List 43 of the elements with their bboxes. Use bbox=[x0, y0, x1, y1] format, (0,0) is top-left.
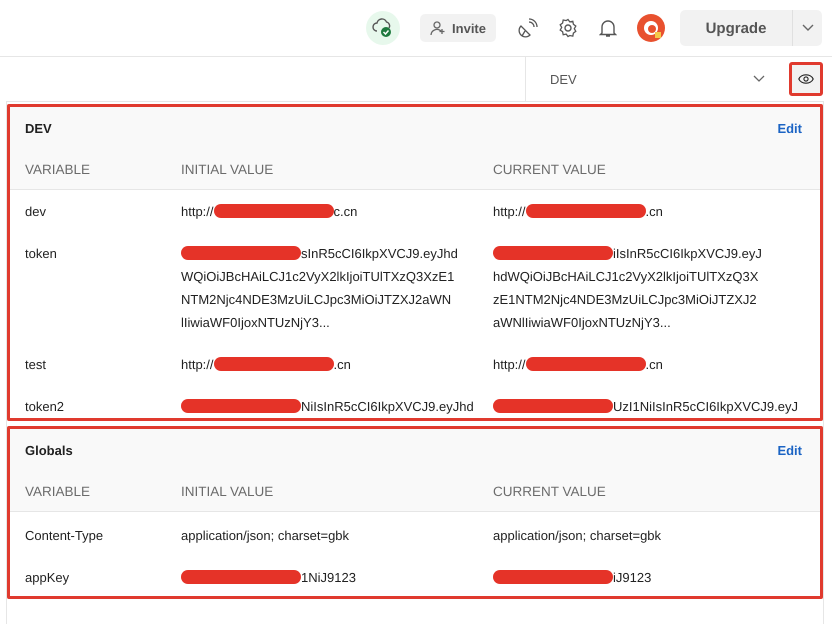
value-text: sInR5cCI6IkpXVCJ9.eyJhd bbox=[181, 242, 493, 265]
column-header: CURRENT VALUE bbox=[493, 484, 607, 498]
value-text: iJ9123 bbox=[493, 566, 820, 589]
value-text: lIiwiaWF0IjoxNTUzNjY3... bbox=[181, 314, 331, 332]
value-text: UzI1NiIsInR5cCI6IkpXVCJ9.eyJ bbox=[493, 395, 820, 418]
column-header: INITIAL VALUE bbox=[181, 162, 274, 176]
variable-name: test bbox=[25, 356, 47, 374]
value-text: http:// .cn bbox=[181, 356, 352, 374]
variable-name: dev bbox=[25, 203, 47, 221]
value-text: http:// .cn bbox=[493, 203, 664, 221]
add-person-icon bbox=[430, 20, 446, 36]
value-text: application/json; charset=gbk bbox=[181, 527, 350, 545]
variable-name: token bbox=[25, 245, 58, 263]
value-text: http:// .cn bbox=[493, 356, 664, 374]
value-text: iIsInR5cCI6IkpXVCJ9.eyJ bbox=[493, 242, 820, 265]
eye-icon[interactable] bbox=[789, 62, 823, 96]
column-header: INITIAL VALUE bbox=[181, 484, 274, 498]
environment-dropdown[interactable]: DEV bbox=[525, 57, 783, 101]
cloud-sync-icon[interactable] bbox=[366, 11, 400, 45]
column-header: VARIABLE bbox=[25, 484, 92, 498]
variable-name: appKey bbox=[25, 569, 70, 587]
value-text: application/json; charset=gbk bbox=[493, 527, 662, 545]
variable-name: Content-Type bbox=[25, 527, 104, 545]
value-text: aWNlIiwiaWF0IjoxNTUzNjY3... bbox=[493, 314, 672, 332]
edit-link[interactable]: Edit bbox=[777, 120, 802, 136]
value-text: http:// c.cn bbox=[181, 203, 358, 221]
variable-name: token2 bbox=[25, 398, 66, 416]
value-text: NiIsInR5cCI6IkpXVCJ9.eyJhd bbox=[181, 395, 493, 418]
column-header: CURRENT VALUE bbox=[493, 162, 607, 176]
value-text: WQiOiJBcHAiLCJ1c2VyX2lkIjoiTUlTXzQ3XzE1 bbox=[181, 268, 456, 286]
value-text: NTM2Njc4NDE3MzUiLCJpc3MiOiJTZXJ2aWN bbox=[181, 291, 452, 309]
edit-link[interactable]: Edit bbox=[777, 442, 802, 458]
avatar-icon[interactable] bbox=[636, 13, 666, 43]
section-title: Globals bbox=[25, 442, 73, 458]
section-title: DEV bbox=[25, 120, 52, 136]
column-header: VARIABLE bbox=[25, 162, 92, 176]
chevron-down-icon bbox=[802, 24, 814, 32]
value-text: hdWQiOiJBcHAiLCJ1c2VyX2lkIjoiTUlTXzQ3X bbox=[493, 268, 760, 286]
chevron-down-icon bbox=[753, 75, 765, 83]
invite-button[interactable]: Invite bbox=[420, 14, 496, 42]
value-text: 1NiJ9123 bbox=[181, 566, 493, 589]
satellite-icon[interactable] bbox=[516, 16, 540, 40]
value-text: zE1NTM2Njc4NDE3MzUiLCJpc3MiOiJTZXJ2 bbox=[493, 291, 758, 309]
